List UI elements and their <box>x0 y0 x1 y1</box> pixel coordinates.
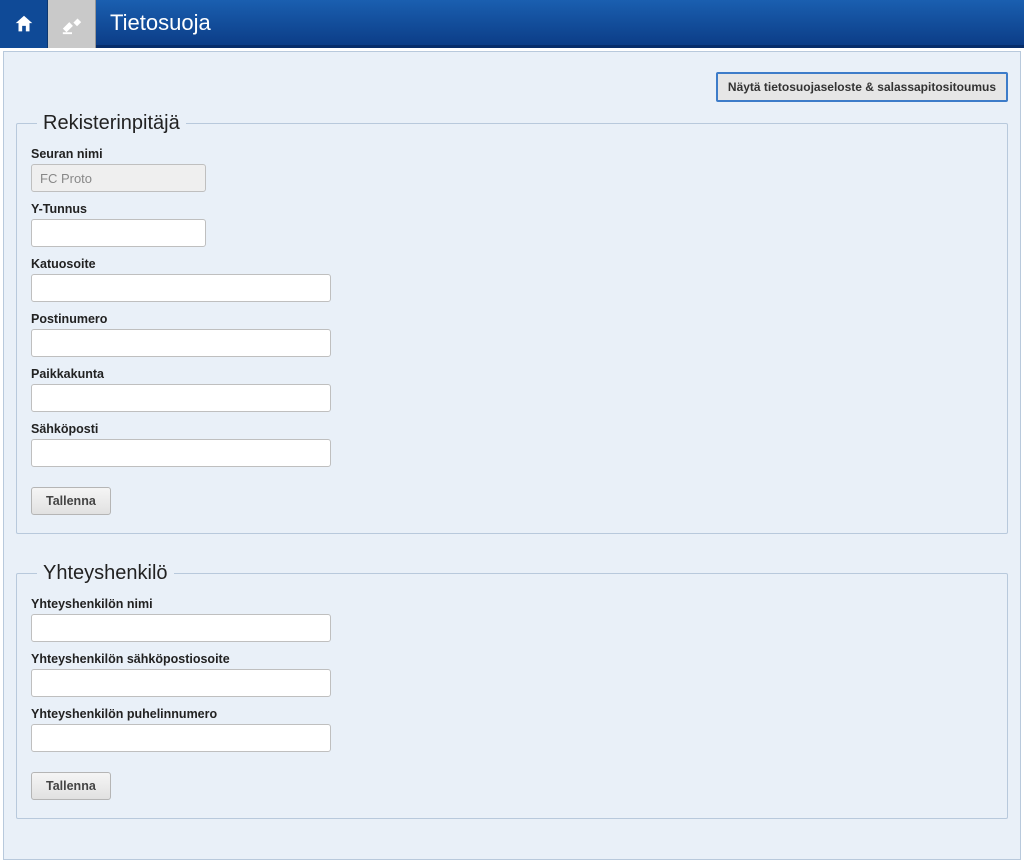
contact-panel: Yhteyshenkilö Yhteyshenkilön nimi Yhteys… <box>16 562 1008 819</box>
app-header: Tietosuoja <box>0 0 1024 48</box>
city-input[interactable] <box>31 384 331 412</box>
contact-phone-input[interactable] <box>31 724 331 752</box>
club-name-row: Seuran nimi <box>31 147 993 192</box>
contact-email-label: Yhteyshenkilön sähköpostiosoite <box>31 652 993 666</box>
home-button[interactable] <box>0 0 48 48</box>
contact-email-row: Yhteyshenkilön sähköpostiosoite <box>31 652 993 697</box>
y-tunnus-label: Y-Tunnus <box>31 202 993 216</box>
y-tunnus-input[interactable] <box>31 219 206 247</box>
page-title: Tietosuoja <box>96 0 211 45</box>
club-name-input <box>31 164 206 192</box>
street-input[interactable] <box>31 274 331 302</box>
content-area: Näytä tietosuojaseloste & salassapitosit… <box>3 51 1021 860</box>
home-icon <box>13 13 35 35</box>
contact-name-row: Yhteyshenkilön nimi <box>31 597 993 642</box>
contact-save-button[interactable]: Tallenna <box>31 772 111 800</box>
postal-row: Postinumero <box>31 312 993 357</box>
contact-phone-row: Yhteyshenkilön puhelinnumero <box>31 707 993 752</box>
postal-input[interactable] <box>31 329 331 357</box>
contact-legend: Yhteyshenkilö <box>37 562 174 585</box>
email-label: Sähköposti <box>31 422 993 436</box>
email-input[interactable] <box>31 439 331 467</box>
registrar-save-button[interactable]: Tallenna <box>31 487 111 515</box>
city-row: Paikkakunta <box>31 367 993 412</box>
y-tunnus-row: Y-Tunnus <box>31 202 993 247</box>
street-row: Katuosoite <box>31 257 993 302</box>
contact-email-input[interactable] <box>31 669 331 697</box>
contact-name-label: Yhteyshenkilön nimi <box>31 597 993 611</box>
contact-name-input[interactable] <box>31 614 331 642</box>
email-row: Sähköposti <box>31 422 993 467</box>
postal-label: Postinumero <box>31 312 993 326</box>
registrar-panel: Rekisterinpitäjä Seuran nimi Y-Tunnus Ka… <box>16 112 1008 534</box>
registrar-legend: Rekisterinpitäjä <box>37 112 186 135</box>
gavel-button[interactable] <box>48 0 96 48</box>
club-name-label: Seuran nimi <box>31 147 993 161</box>
contact-phone-label: Yhteyshenkilön puhelinnumero <box>31 707 993 721</box>
gavel-icon <box>61 13 83 35</box>
street-label: Katuosoite <box>31 257 993 271</box>
show-privacy-button[interactable]: Näytä tietosuojaseloste & salassapitosit… <box>716 72 1008 102</box>
city-label: Paikkakunta <box>31 367 993 381</box>
top-action-row: Näytä tietosuojaseloste & salassapitosit… <box>16 72 1008 102</box>
